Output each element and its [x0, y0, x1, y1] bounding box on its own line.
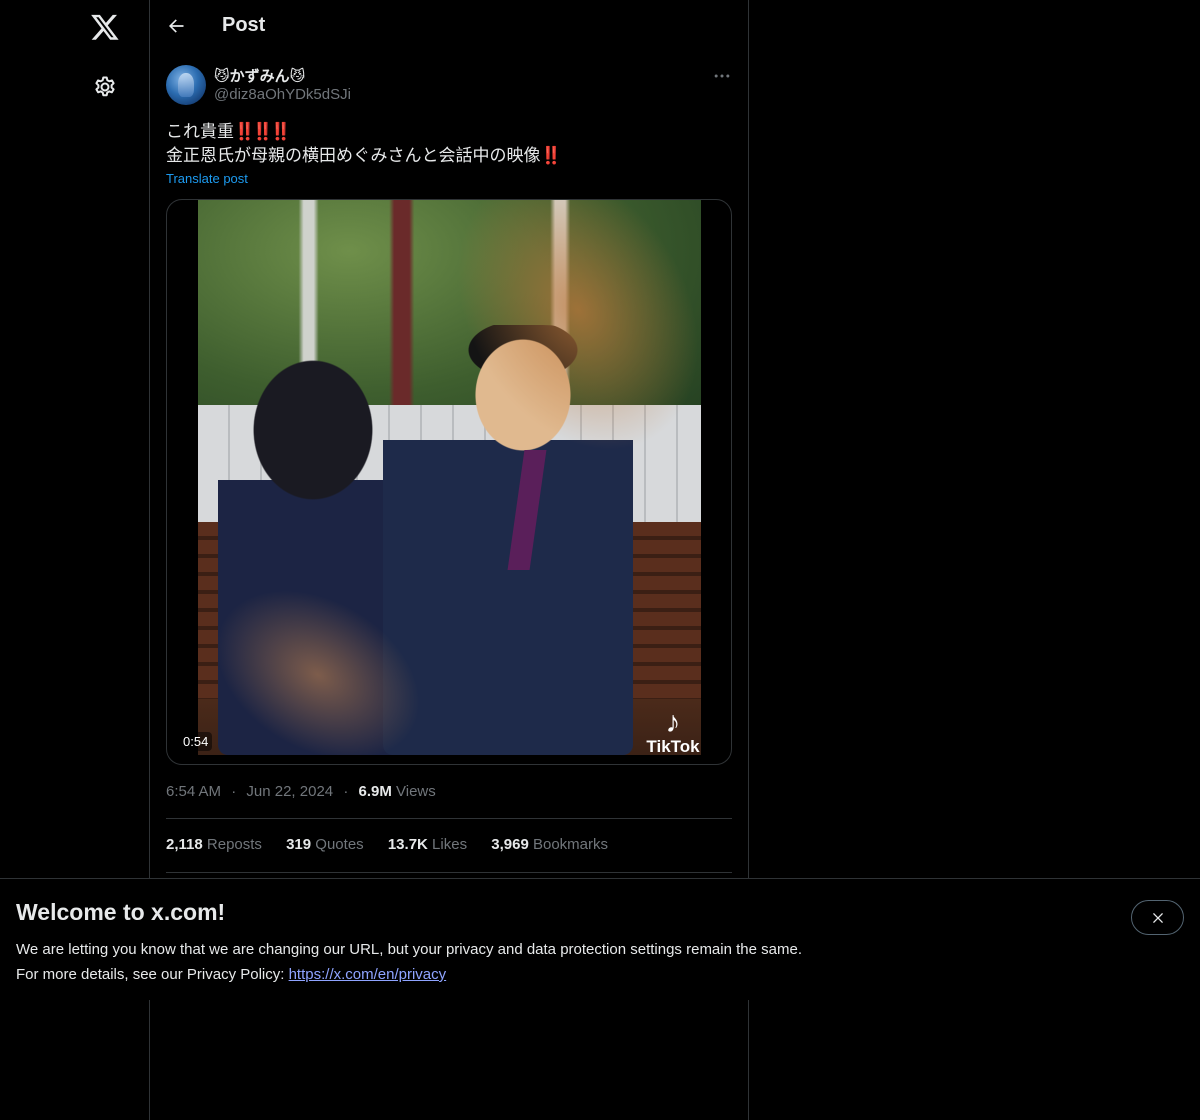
likes-stat[interactable]: 13.7K Likes	[388, 836, 467, 853]
divider	[166, 818, 732, 819]
x-logo-icon[interactable]	[90, 12, 120, 42]
banner-line1: We are letting you know that we are chan…	[16, 941, 802, 958]
author-name[interactable]: 😼かずみん😼	[214, 65, 305, 86]
post-metadata: 6:54 AM · Jun 22, 2024 · 6.9M Views	[166, 783, 436, 800]
reposts-stat[interactable]: 2,118 Reposts	[166, 836, 262, 853]
more-options-icon[interactable]	[712, 66, 732, 86]
close-icon	[1153, 913, 1163, 923]
double-exclamation-marks: ‼️‼️‼️	[234, 122, 291, 141]
post-text: これ貴重‼️‼️‼️ 金正恩氏が母親の横田めぐみさんと会話中の映像‼️	[166, 120, 732, 168]
close-banner-button[interactable]	[1131, 900, 1184, 935]
post-text-line1: これ貴重	[166, 122, 234, 141]
video-duration: 0:54	[179, 732, 213, 751]
banner-title: Welcome to x.com!	[16, 899, 226, 925]
double-exclamation-mark: ‼️	[540, 146, 562, 165]
views-count: 6.9M	[358, 783, 392, 800]
post-time[interactable]: 6:54 AM	[166, 783, 221, 800]
views-label: Views	[396, 783, 436, 800]
url-change-banner: Welcome to x.com! We are letting you kno…	[0, 878, 1200, 1000]
video-player[interactable]: 0:54 ♪ TikTok	[166, 199, 732, 765]
post-stats: 2,118 Reposts 319 Quotes 13.7K Likes 3,9…	[166, 836, 628, 853]
avatar[interactable]	[166, 65, 206, 105]
tiktok-watermark: ♪ TikTok	[633, 706, 713, 764]
banner-line2: For more details, see our Privacy Policy…	[16, 966, 447, 983]
author-handle[interactable]: @diz8aOhYDk5dSJi	[214, 86, 351, 103]
video-frame	[198, 200, 701, 755]
divider	[166, 872, 732, 873]
post-date[interactable]: Jun 22, 2024	[246, 783, 333, 800]
gear-icon[interactable]	[93, 75, 117, 99]
privacy-policy-link[interactable]: https://x.com/en/privacy	[289, 966, 447, 983]
banner-body: We are letting you know that we are chan…	[16, 937, 802, 987]
bookmarks-stat[interactable]: 3,969 Bookmarks	[491, 836, 608, 853]
quotes-stat[interactable]: 319 Quotes	[286, 836, 364, 853]
back-arrow-icon[interactable]	[166, 16, 186, 36]
top-bar: Post	[150, 0, 748, 53]
tiktok-note-icon: ♪	[665, 706, 681, 739]
page-title: Post	[222, 14, 266, 36]
post-text-line2: 金正恩氏が母親の横田めぐみさんと会話中の映像	[166, 146, 541, 165]
translate-post-link[interactable]: Translate post	[166, 171, 248, 186]
